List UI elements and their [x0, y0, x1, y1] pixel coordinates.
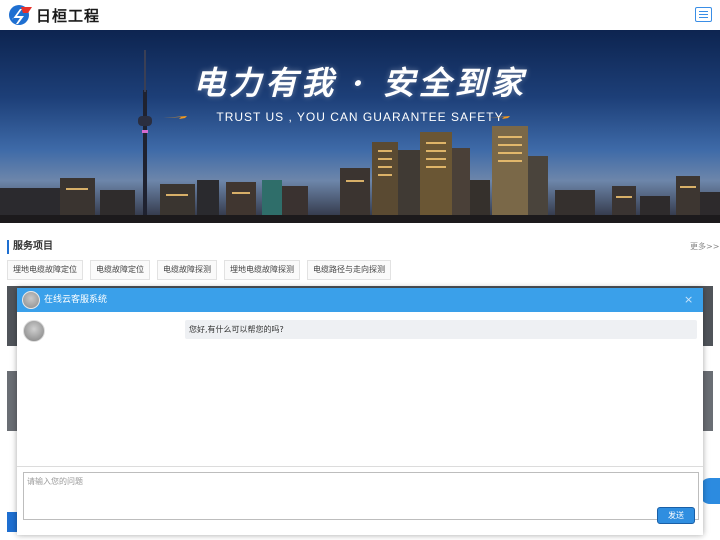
more-link[interactable]: 更多>> — [690, 240, 719, 254]
chat-dialog: 在线云客服系统 × 您好,有什么可以帮您的吗? 发送 — [17, 288, 703, 535]
site-logo[interactable]: 日桓工程 — [8, 4, 100, 26]
chat-input[interactable] — [23, 472, 699, 520]
chat-message-bubble: 您好,有什么可以帮您的吗? — [185, 320, 697, 339]
close-icon[interactable]: × — [684, 288, 693, 312]
site-header: 日桓工程 — [0, 0, 720, 30]
logo-text: 日桓工程 — [36, 6, 101, 25]
service-tag[interactable]: 埋地电缆故障定位 — [7, 260, 83, 280]
send-button[interactable]: 发送 — [657, 507, 695, 524]
chat-title: 在线云客服系统 — [44, 295, 108, 305]
section-title: 服务项目 — [7, 240, 53, 254]
service-tag[interactable]: 电缆故障定位 — [90, 260, 150, 280]
chat-messages: 您好,有什么可以帮您的吗? — [17, 312, 703, 466]
logo-icon — [8, 4, 34, 26]
chat-avatar-icon — [22, 291, 40, 309]
chat-header: 在线云客服系统 × — [17, 288, 703, 312]
banner-subtitle: TRUST US , YOU CAN GUARANTEE SAFETY — [216, 110, 504, 124]
service-tag[interactable]: 埋地电缆故障探测 — [224, 260, 300, 280]
service-tags: 埋地电缆故障定位 电缆故障定位 电缆故障探测 埋地电缆故障探测 电缆路径与走向探… — [7, 260, 391, 280]
lightning-bolt-right-icon — [486, 115, 526, 119]
floating-service-icon[interactable] — [700, 478, 720, 504]
hero-banner: 电力有我 · 安全到家 TRUST US , YOU CAN GUARANTEE… — [0, 30, 720, 223]
banner-slogan: 电力有我 · 安全到家 — [193, 64, 527, 102]
divider — [17, 466, 703, 467]
agent-avatar — [23, 320, 45, 342]
hamburger-menu-icon[interactable] — [695, 7, 712, 22]
service-tag[interactable]: 电缆路径与走向探测 — [307, 260, 391, 280]
service-tag[interactable]: 电缆故障探测 — [157, 260, 217, 280]
